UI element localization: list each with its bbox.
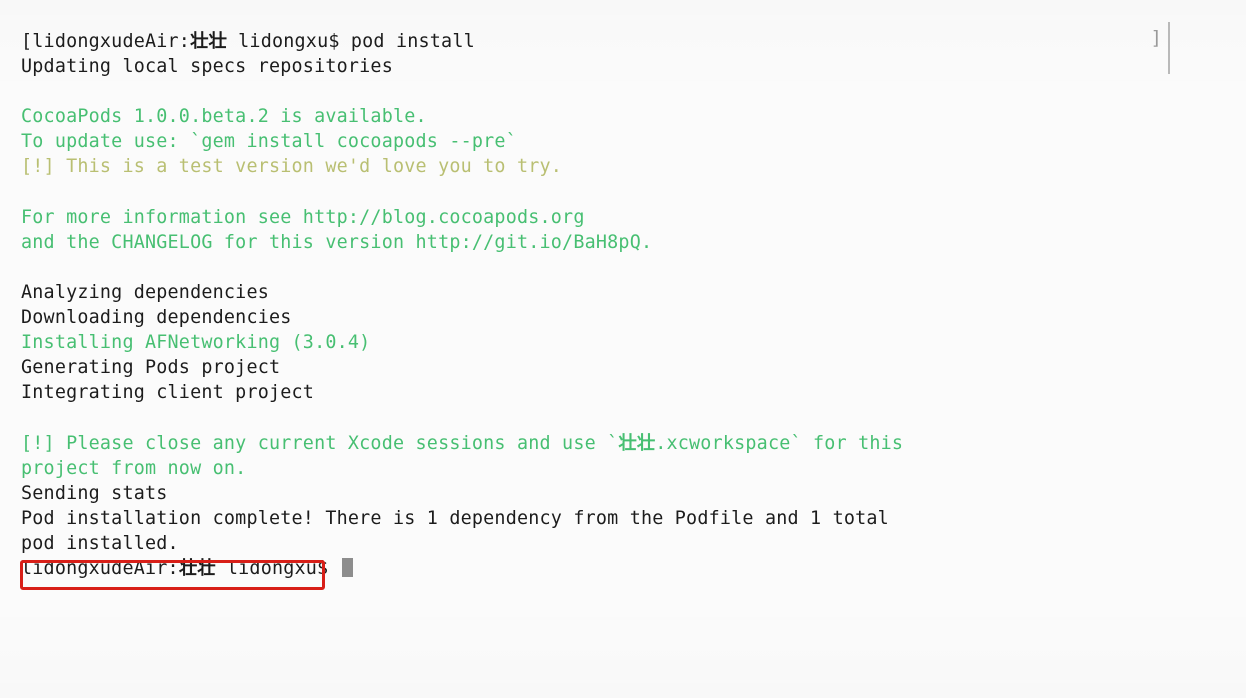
terminal-line-blank-1 [21, 79, 1171, 104]
terminal-line-xcode-warning-1: [!] Please close any current Xcode sessi… [21, 432, 904, 454]
terminal-line-pod-installed: pod installed. [21, 532, 179, 554]
terminal-line-xcode-warning-2: project from now on. [21, 457, 247, 479]
cjk-glyphs: 壮壮 [618, 432, 656, 454]
terminal-line-blank-3 [21, 255, 1171, 280]
terminal-line-final-prompt: lidongxudeAir:壮壮 lidongxu$ [21, 556, 1171, 581]
terminal-line-updating-specs: Updating local specs repositories [21, 56, 393, 78]
terminal-line-more-information: For more information see http://blog.coc… [21, 206, 585, 228]
terminal-line-test-version-warning: [!] This is a test version we'd love you… [21, 156, 563, 178]
terminal-line-blank-2 [21, 180, 1171, 205]
terminal-window[interactable]: ] [lidongxudeAir:壮壮 lidongxu$ pod instal… [0, 0, 1246, 698]
terminal-line-cocoapods-available: CocoaPods 1.0.0.beta.2 is available. [21, 106, 427, 128]
terminal-line-to-update-use: To update use: `gem install cocoapods --… [21, 131, 517, 153]
terminal-line-blank-4 [21, 405, 1171, 430]
terminal-line-installing: Installing AFNetworking (3.0.4) [21, 332, 371, 354]
terminal-line-changelog: and the CHANGELOG for this version http:… [21, 231, 653, 253]
cjk-glyphs: 壮壮 [178, 557, 216, 579]
terminal-output[interactable]: [lidongxudeAir:壮壮 lidongxu$ pod install U… [21, 29, 1171, 581]
terminal-line-sending-stats: Sending stats [21, 482, 168, 504]
cjk-glyphs: 壮壮 [190, 31, 227, 52]
terminal-line-prompt-command: [lidongxudeAir:壮壮 lidongxu$ pod install [21, 31, 475, 52]
terminal-cursor [341, 557, 353, 577]
terminal-line-pod-complete: Pod installation complete! There is 1 de… [21, 507, 889, 529]
terminal-line-generating: Generating Pods project [21, 357, 281, 379]
terminal-line-downloading: Downloading dependencies [21, 307, 292, 329]
terminal-line-analyzing: Analyzing dependencies [21, 281, 269, 303]
terminal-line-integrating: Integrating client project [21, 382, 315, 404]
